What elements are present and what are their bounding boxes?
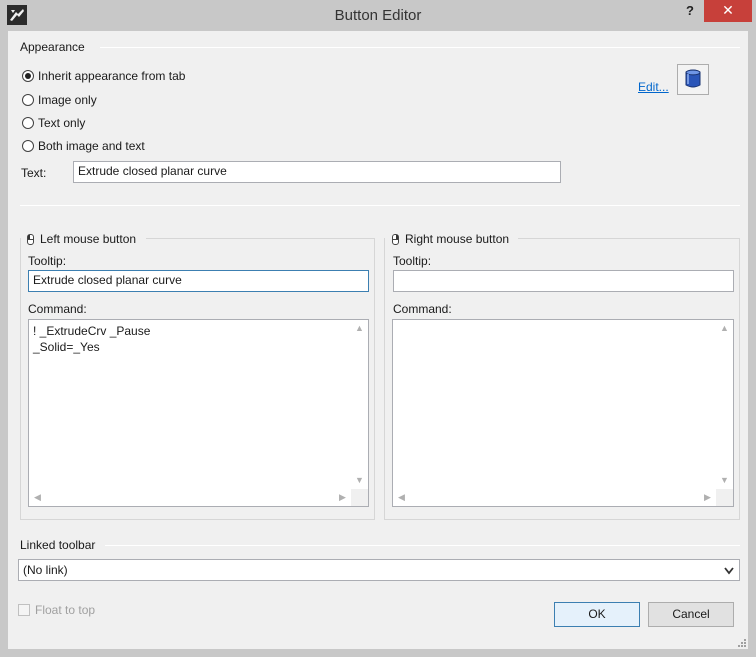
help-button[interactable]: ? — [677, 0, 703, 22]
size-grip-icon[interactable] — [736, 637, 746, 647]
appearance-section-label: Appearance — [20, 40, 85, 54]
window-title: Button Editor — [334, 7, 422, 24]
right-command-hscroll[interactable]: ◀ ▶ — [393, 489, 716, 506]
linked-toolbar-selected: (No link) — [23, 563, 68, 577]
float-to-top-checkbox: Float to top — [18, 603, 95, 617]
radio-label: Inherit appearance from tab — [38, 69, 186, 83]
chevron-down-icon — [724, 567, 734, 575]
scroll-up-icon[interactable]: ▲ — [716, 320, 733, 337]
cylinder-icon — [685, 69, 701, 88]
left-command-vscroll[interactable]: ▲ ▼ — [351, 320, 368, 489]
dialog-client-area: Appearance Inherit appearance from tab I… — [8, 31, 748, 649]
right-group-top-border — [518, 238, 740, 239]
left-command-text: ! _ExtrudeCrv _Pause _Solid=_Yes — [33, 324, 151, 354]
scroll-corner — [351, 489, 368, 506]
scroll-right-icon[interactable]: ▶ — [334, 489, 351, 506]
left-tooltip-input[interactable]: Extrude closed planar curve — [28, 270, 369, 292]
left-mouse-group-title: Left mouse button — [27, 232, 136, 246]
radio-button[interactable] — [22, 117, 34, 129]
scroll-left-icon[interactable]: ◀ — [29, 489, 46, 506]
right-tooltip-input[interactable] — [393, 270, 734, 292]
close-icon: ✕ — [722, 2, 734, 18]
radio-text-only[interactable]: Text only — [22, 115, 85, 131]
right-command-textarea[interactable]: ▲ ▼ ◀ ▶ — [392, 319, 734, 507]
right-mouse-group-title: Right mouse button — [392, 232, 509, 246]
checkbox-box — [18, 604, 30, 616]
radio-both-image-text[interactable]: Both image and text — [22, 138, 145, 154]
left-tooltip-label: Tooltip: — [28, 254, 67, 268]
scroll-left-icon[interactable]: ◀ — [393, 489, 410, 506]
radio-image-only[interactable]: Image only — [22, 92, 97, 108]
left-group-top-border — [146, 238, 375, 239]
float-to-top-label: Float to top — [35, 603, 96, 617]
right-command-vscroll[interactable]: ▲ ▼ — [716, 320, 733, 489]
right-mouse-title: Right mouse button — [405, 232, 510, 246]
mouse-left-icon — [27, 233, 34, 245]
text-field-label: Text: — [21, 166, 47, 180]
scroll-down-icon[interactable]: ▼ — [716, 472, 733, 489]
button-editor-window: Button Editor ? ✕ Appearance Inherit app… — [0, 0, 756, 657]
left-command-label: Command: — [28, 302, 87, 316]
linked-toolbar-divider — [105, 545, 740, 546]
left-command-hscroll[interactable]: ◀ ▶ — [29, 489, 351, 506]
scroll-right-icon[interactable]: ▶ — [699, 489, 716, 506]
close-button[interactable]: ✕ — [704, 0, 752, 22]
radio-label: Both image and text — [38, 139, 145, 153]
scroll-down-icon[interactable]: ▼ — [351, 472, 368, 489]
button-text-input[interactable]: Extrude closed planar curve — [73, 161, 561, 183]
radio-button[interactable] — [22, 94, 34, 106]
edit-image-link[interactable]: Edit... — [638, 80, 669, 94]
scroll-corner — [716, 489, 733, 506]
appearance-divider — [100, 47, 740, 48]
mouse-right-icon — [392, 233, 399, 245]
radio-button[interactable] — [22, 70, 34, 82]
appearance-bottom-divider — [20, 205, 740, 206]
right-tooltip-label: Tooltip: — [393, 254, 432, 268]
left-mouse-title: Left mouse button — [40, 232, 137, 246]
radio-button[interactable] — [22, 140, 34, 152]
title-bar[interactable]: Button Editor ? ✕ — [0, 0, 756, 31]
radio-label: Text only — [38, 116, 86, 130]
cancel-button[interactable]: Cancel — [648, 602, 734, 627]
linked-toolbar-label: Linked toolbar — [20, 538, 96, 552]
linked-toolbar-select[interactable]: (No link) — [18, 559, 740, 581]
radio-label: Image only — [38, 93, 97, 107]
scroll-up-icon[interactable]: ▲ — [351, 320, 368, 337]
radio-inherit-appearance[interactable]: Inherit appearance from tab — [22, 68, 185, 84]
button-image-preview[interactable] — [677, 64, 709, 95]
left-command-textarea[interactable]: ! _ExtrudeCrv _Pause _Solid=_Yes ▲ ▼ ◀ ▶ — [28, 319, 369, 507]
ok-button[interactable]: OK — [554, 602, 640, 627]
right-command-label: Command: — [393, 302, 452, 316]
